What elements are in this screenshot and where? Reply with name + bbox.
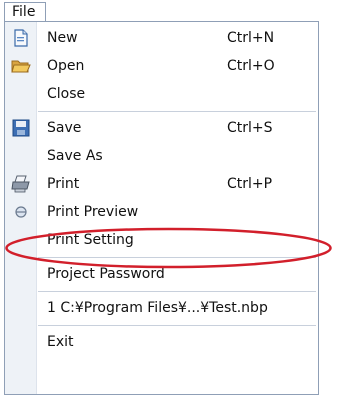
menu-item-label: New bbox=[47, 30, 78, 46]
menu-item-print[interactable]: Print Ctrl+P bbox=[5, 170, 318, 198]
menu-item-label: Exit bbox=[47, 334, 74, 350]
menu-item-save[interactable]: Save Ctrl+S bbox=[5, 114, 318, 142]
menu-separator bbox=[38, 257, 316, 258]
menu-item-shortcut: Ctrl+S bbox=[227, 120, 273, 136]
menu-item-new[interactable]: New Ctrl+N bbox=[5, 24, 318, 52]
menu-item-shortcut: Ctrl+P bbox=[227, 176, 273, 192]
menu-item-label: 1 C:¥Program Files¥...¥Test.nbp bbox=[47, 300, 268, 316]
menu-separator bbox=[38, 111, 316, 112]
print-preview-icon bbox=[11, 202, 31, 222]
menu-item-close[interactable]: Close bbox=[5, 80, 318, 108]
menu-item-label: Close bbox=[47, 86, 86, 102]
application-window: File New Ctrl+N Open Ctrl+O Close Save C… bbox=[0, 0, 347, 399]
menu-item-label: Print bbox=[47, 176, 80, 192]
file-menu-button[interactable]: File bbox=[4, 2, 46, 22]
menu-separator bbox=[38, 325, 316, 326]
menu-item-recent-file[interactable]: 1 C:¥Program Files¥...¥Test.nbp bbox=[5, 294, 318, 322]
menu-item-save-as[interactable]: Save As bbox=[5, 142, 318, 170]
menu-item-shortcut: Ctrl+O bbox=[227, 58, 275, 74]
menu-item-label: Save bbox=[47, 120, 82, 136]
menu-item-label: Save As bbox=[47, 148, 103, 164]
menu-item-open[interactable]: Open Ctrl+O bbox=[5, 52, 318, 80]
menu-bar: File bbox=[0, 0, 347, 22]
menu-separator bbox=[38, 291, 316, 292]
menu-item-label: Print Setting bbox=[47, 232, 134, 248]
file-menu-label: File bbox=[12, 4, 36, 20]
open-folder-icon bbox=[11, 56, 31, 76]
menu-item-label: Print Preview bbox=[47, 204, 139, 220]
menu-item-label: Project Password bbox=[47, 266, 165, 282]
menu-item-exit[interactable]: Exit bbox=[5, 328, 318, 356]
menu-item-print-preview[interactable]: Print Preview bbox=[5, 198, 318, 226]
printer-icon bbox=[11, 174, 31, 194]
menu-item-print-setting[interactable]: Print Setting bbox=[5, 226, 318, 254]
menu-item-project-password[interactable]: Project Password bbox=[5, 260, 318, 288]
new-document-icon bbox=[11, 28, 31, 48]
menu-item-label: Open bbox=[47, 58, 85, 74]
file-dropdown-menu: New Ctrl+N Open Ctrl+O Close Save Ctrl+S… bbox=[4, 21, 319, 395]
save-disk-icon bbox=[11, 118, 31, 138]
menu-item-shortcut: Ctrl+N bbox=[227, 30, 275, 46]
